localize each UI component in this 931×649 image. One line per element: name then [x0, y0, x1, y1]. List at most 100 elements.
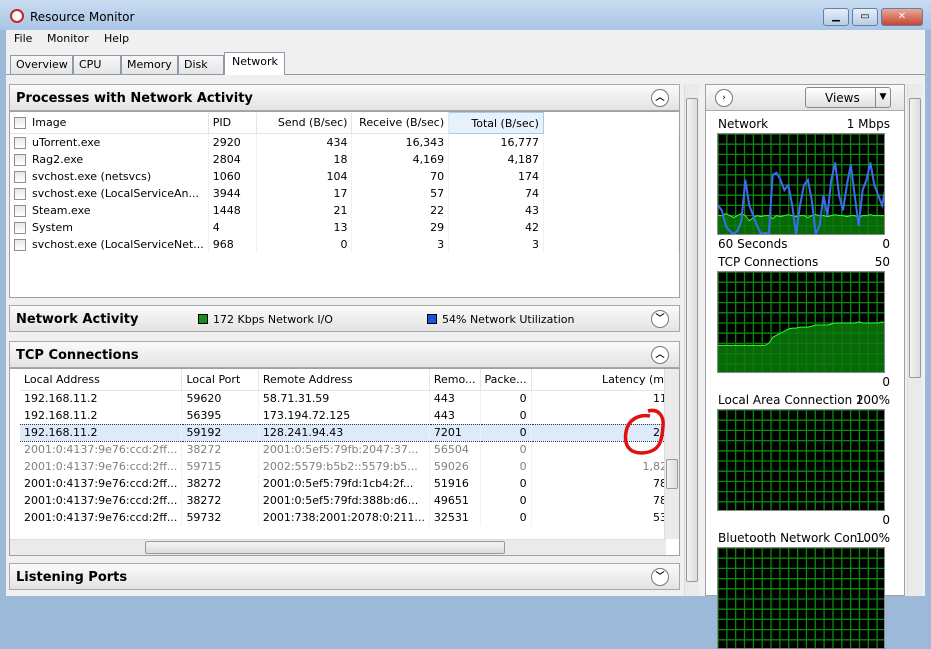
close-button[interactable]: ✕ — [881, 8, 923, 26]
row-checkbox[interactable] — [14, 187, 26, 200]
tcp-title: TCP Connections — [16, 348, 139, 363]
cell-latency: 780 — [531, 475, 679, 492]
cell-total: 4,187 — [448, 150, 544, 168]
column-send[interactable]: Send (B/sec) — [256, 112, 353, 134]
cell-local-port: 38272 — [181, 441, 259, 458]
left-pane-scrollbar[interactable] — [684, 84, 699, 596]
cell-local-port: 59732 — [181, 509, 259, 526]
row-checkbox[interactable] — [14, 136, 26, 149]
table-row[interactable]: Steam.exe 1448 21 22 43 — [10, 201, 679, 219]
table-header-row: Local Address Local Port Remote Address … — [20, 369, 679, 391]
scroll-thumb[interactable] — [686, 98, 698, 582]
column-image[interactable]: Image — [32, 116, 66, 129]
tab-network[interactable]: Network — [224, 52, 285, 75]
table-row[interactable]: 2001:0:4137:9e76:ccd:2ff... 38272 2001:0:5… — [20, 475, 679, 492]
collapse-icon[interactable]: ︿ — [651, 89, 669, 107]
listening-ports-header[interactable]: Listening Ports ﹀ — [9, 563, 680, 590]
cell-remote-address: 173.194.72.125 — [258, 407, 430, 424]
table-row[interactable]: uTorrent.exe 2920 434 16,343 16,777 — [10, 133, 679, 151]
cell-pid: 968 — [208, 235, 257, 253]
scroll-thumb[interactable] — [666, 459, 678, 489]
cell-send: 21 — [256, 201, 353, 219]
expand-icon[interactable]: ﹀ — [651, 310, 669, 328]
column-local-address[interactable]: Local Address — [20, 369, 183, 391]
cell-packet-loss: 0 — [480, 492, 532, 509]
expand-icon[interactable]: ﹀ — [651, 568, 669, 586]
row-checkbox[interactable] — [14, 238, 26, 251]
collapse-icon[interactable]: ︿ — [651, 346, 669, 364]
graph-max: 100% — [855, 531, 890, 545]
column-remote-port[interactable]: Remo... — [429, 369, 481, 391]
processes-title: Processes with Network Activity — [16, 91, 253, 106]
graph-label: Network — [718, 117, 769, 131]
table-row[interactable]: svchost.exe (LocalServiceAn... 3944 17 5… — [10, 184, 679, 202]
cell-remote-port: 56504 — [429, 441, 481, 458]
main-window: File Monitor Help Overview CPU Memory Di… — [6, 30, 925, 649]
cell-image: svchost.exe (netsvcs) — [32, 169, 152, 183]
cell-packet-loss: 0 — [480, 441, 532, 458]
graph-max: 100% — [855, 393, 890, 407]
processes-header[interactable]: Processes with Network Activity ︿ — [9, 84, 680, 111]
table-row[interactable]: svchost.exe (netsvcs) 1060 104 70 174 — [10, 167, 679, 185]
table-row[interactable]: 2001:0:4137:9e76:ccd:2ff... 59715 2002:557… — [20, 458, 679, 475]
cell-image: System — [32, 220, 74, 234]
cell-send: 17 — [256, 184, 353, 202]
cell-remote-address: 2001:0:5ef5:79fd:388b:d6... — [258, 492, 430, 509]
menu-help[interactable]: Help — [104, 32, 129, 45]
table-row[interactable]: 2001:0:4137:9e76:ccd:2ff... 38272 2001:0:5… — [20, 441, 679, 458]
tab-disk[interactable]: Disk — [178, 55, 224, 75]
maximize-button[interactable]: ▭ — [852, 8, 878, 26]
menu-file[interactable]: File — [14, 32, 32, 45]
column-remote-address[interactable]: Remote Address — [258, 369, 430, 391]
cell-pid: 1448 — [208, 201, 257, 219]
app-icon — [10, 9, 24, 23]
table-row[interactable]: 2001:0:4137:9e76:ccd:2ff... 38272 2001:0:5… — [20, 492, 679, 509]
table-row[interactable]: 2001:0:4137:9e76:ccd:2ff... 59732 2001:738… — [20, 509, 679, 526]
scroll-thumb[interactable] — [145, 541, 505, 554]
table-row[interactable]: 192.168.11.2 56395 173.194.72.125 443 0 — [20, 407, 679, 424]
table-row[interactable]: System 4 13 29 42 — [10, 218, 679, 236]
views-button[interactable]: Views ▼ — [805, 87, 891, 108]
table-row[interactable]: 192.168.11.259192128.241.94.4372010285 — [20, 423, 679, 442]
cell-image: svchost.exe (LocalServiceNet... — [32, 237, 204, 251]
row-checkbox[interactable] — [14, 204, 26, 217]
column-pid[interactable]: PID — [208, 112, 257, 134]
minimize-button[interactable]: ▁ — [823, 8, 849, 26]
network-activity-header[interactable]: Network Activity 172 Kbps Network I/O 54… — [9, 305, 680, 332]
row-checkbox[interactable] — [14, 170, 26, 183]
charts-toolbar: › Views ▼ — [706, 85, 904, 111]
cell-remote-address: 2002:5579:b5b2::5579:b5... — [258, 458, 430, 475]
tcp-horizontal-scrollbar[interactable] — [10, 539, 666, 555]
column-local-port[interactable]: Local Port — [181, 369, 259, 391]
column-packet-loss[interactable]: Packe... — [480, 369, 532, 391]
table-row[interactable]: 192.168.11.25962058.71.31.594430110 — [20, 390, 679, 407]
network-util-text: 54% Network Utilization — [442, 313, 575, 326]
network-io-text: 172 Kbps Network I/O — [213, 313, 333, 326]
right-pane-scrollbar[interactable] — [907, 84, 922, 596]
row-checkbox[interactable] — [14, 153, 26, 166]
cell-total: 42 — [448, 218, 544, 236]
cell-local-address: 192.168.11.2 — [20, 423, 183, 442]
chevron-down-icon[interactable]: ▼ — [875, 88, 890, 107]
menu-monitor[interactable]: Monitor — [47, 32, 89, 45]
green-swatch-icon — [198, 314, 208, 324]
tab-cpu[interactable]: CPU — [73, 55, 121, 75]
graph-label: Bluetooth Network Con... — [718, 531, 869, 545]
select-all-checkbox[interactable] — [14, 117, 26, 130]
column-total[interactable]: Total (B/sec) — [448, 112, 544, 134]
cell-send: 18 — [256, 150, 353, 168]
tcp-header[interactable]: TCP Connections ︿ — [9, 341, 680, 368]
cell-remote-port: 443 — [429, 407, 481, 424]
tab-memory[interactable]: Memory — [121, 55, 178, 75]
column-latency[interactable]: Latency (ms) — [531, 369, 679, 391]
cell-latency: 1,820 — [531, 458, 679, 475]
column-receive[interactable]: Receive (B/sec) — [351, 112, 450, 134]
table-row[interactable]: svchost.exe (LocalServiceNet... 968 0 3 … — [10, 235, 679, 253]
table-row[interactable]: Rag2.exe 2804 18 4,169 4,187 — [10, 150, 679, 168]
cell-latency: 110 — [531, 390, 679, 407]
cell-local-port: 59715 — [181, 458, 259, 475]
chevron-right-icon[interactable]: › — [715, 89, 733, 107]
tab-overview[interactable]: Overview — [10, 55, 73, 75]
row-checkbox[interactable] — [14, 221, 26, 234]
scroll-thumb[interactable] — [909, 98, 921, 378]
